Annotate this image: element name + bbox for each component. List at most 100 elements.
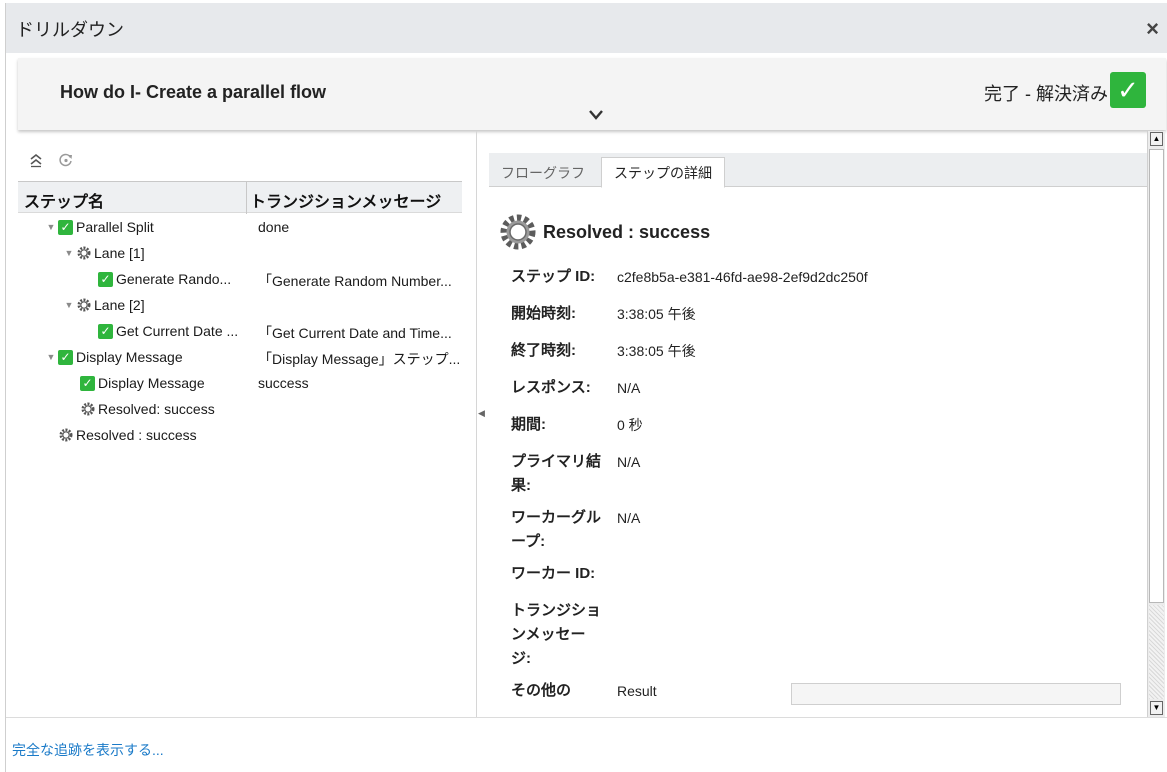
gear-icon bbox=[77, 246, 91, 260]
tab-flow-graph[interactable]: フローグラフ bbox=[489, 159, 597, 188]
gear-icon bbox=[81, 402, 95, 416]
transition-message: 「Generate Random Number... bbox=[258, 273, 452, 289]
refresh-icon[interactable] bbox=[58, 152, 74, 168]
property-other: その他の Result bbox=[511, 679, 1131, 709]
property-label: その他の bbox=[511, 682, 572, 699]
dialog-footer: 完全な追跡を表示する... bbox=[6, 717, 1167, 772]
expand-caret-icon[interactable]: ▼ bbox=[64, 300, 74, 310]
drilldown-dialog: ドリルダウン × How do I- Create a parallel flo… bbox=[5, 3, 1167, 772]
property-label: トランジションメッセージ: bbox=[511, 602, 602, 667]
close-icon[interactable]: × bbox=[1146, 18, 1159, 40]
table-row[interactable]: ▼ Lane [2] bbox=[18, 293, 462, 319]
property-duration: 期間: 0 秒 bbox=[511, 413, 1131, 450]
property-end-time: 終了時刻: 3:38:05 午後 bbox=[511, 339, 1131, 376]
step-name: Display Message bbox=[98, 375, 205, 391]
table-row[interactable]: ✓ Display Message success bbox=[18, 371, 462, 397]
scrollbar-track[interactable] bbox=[1149, 605, 1164, 699]
step-tree-pane: ステップ名 トランジションメッセージ ▼ ✓ Parallel Split do… bbox=[18, 143, 468, 713]
success-check-icon: ✓ bbox=[58, 219, 73, 235]
property-step-id: ステップ ID: c2fe8b5a-e381-46fd-ae98-2ef9d2d… bbox=[511, 265, 1131, 302]
step-name: Parallel Split bbox=[76, 219, 154, 235]
step-name: Resolved : success bbox=[76, 427, 197, 443]
scrollbar-thumb[interactable] bbox=[1149, 149, 1164, 603]
expand-caret-icon[interactable]: ▼ bbox=[64, 248, 74, 258]
success-check-icon: ✓ bbox=[98, 271, 113, 287]
dialog-title: ドリルダウン bbox=[16, 20, 124, 40]
run-status-text: 完了 - 解決済み bbox=[984, 84, 1108, 104]
table-row[interactable]: ▼ Lane [1] bbox=[18, 241, 462, 267]
property-value: 0 秒 bbox=[617, 417, 643, 433]
flow-title: How do I- Create a parallel flow bbox=[60, 82, 327, 102]
table-row[interactable]: ✓ Get Current Date ... 「Get Current Date… bbox=[18, 319, 462, 345]
collapse-pane-arrow-icon[interactable]: ◀ bbox=[478, 408, 485, 426]
column-header-step-name[interactable]: ステップ名 bbox=[24, 188, 104, 212]
property-label: ワーカー ID: bbox=[511, 565, 596, 582]
success-check-icon: ✓ bbox=[1110, 72, 1146, 108]
property-label: レスポンス: bbox=[511, 379, 591, 396]
success-check-icon: ✓ bbox=[98, 323, 113, 339]
show-full-trace-link[interactable]: 完全な追跡を表示する... bbox=[12, 740, 164, 760]
table-row[interactable]: ▼ ✓ Display Message 「Display Message」ステッ… bbox=[18, 345, 462, 371]
property-label: 終了時刻: bbox=[511, 342, 576, 359]
property-start-time: 開始時刻: 3:38:05 午後 bbox=[511, 302, 1131, 339]
table-row[interactable]: Resolved : success bbox=[18, 423, 462, 449]
property-value: 3:38:05 午後 bbox=[617, 343, 696, 359]
scroll-down-arrow-icon[interactable]: ▼ bbox=[1150, 701, 1163, 715]
step-name: Get Current Date ... bbox=[116, 323, 239, 339]
table-row[interactable]: ✓ Generate Rando... 「Generate Random Num… bbox=[18, 267, 462, 293]
details-tabbar: フローグラフ ステップの詳細 bbox=[489, 153, 1147, 188]
table-row[interactable]: Resolved: success bbox=[18, 397, 462, 423]
property-value: N/A bbox=[617, 454, 641, 470]
dialog-titlebar: ドリルダウン × bbox=[6, 3, 1167, 53]
property-label: 期間: bbox=[511, 416, 546, 433]
property-value: N/A bbox=[617, 510, 641, 526]
step-details-title: Resolved : success bbox=[543, 221, 711, 242]
step-name: Display Message bbox=[76, 349, 183, 365]
transition-message: 「Display Message」ステップ... bbox=[258, 351, 461, 367]
step-tree-toolbar bbox=[28, 151, 84, 171]
property-response: レスポンス: N/A bbox=[511, 376, 1131, 413]
expand-caret-icon[interactable]: ▼ bbox=[46, 222, 56, 232]
transition-message: success bbox=[258, 375, 309, 391]
step-name: Lane [1] bbox=[94, 245, 145, 261]
step-grid-header: ステップ名 トランジションメッセージ bbox=[18, 181, 462, 214]
step-grid-rows: ▼ ✓ Parallel Split done ▼ Lane [1] ✓ Gen… bbox=[18, 215, 462, 449]
gear-icon bbox=[77, 298, 91, 312]
property-worker-id: ワーカー ID: bbox=[511, 562, 1131, 599]
chevron-down-icon[interactable] bbox=[588, 108, 604, 122]
property-transition-message: トランジションメッセージ: bbox=[511, 599, 1131, 679]
property-value: N/A bbox=[617, 380, 641, 396]
flow-summary-header: How do I- Create a parallel flow 完了 - 解決… bbox=[18, 58, 1166, 130]
expand-caret-icon[interactable]: ▼ bbox=[46, 352, 56, 362]
property-label: プライマリ結果: bbox=[511, 453, 602, 494]
property-label: 開始時刻: bbox=[511, 305, 576, 322]
property-label: ワーカーグループ: bbox=[511, 509, 602, 550]
success-check-icon: ✓ bbox=[58, 349, 73, 365]
details-pane: フローグラフ ステップの詳細 Resolved : success ステップ I… bbox=[489, 143, 1147, 713]
table-row[interactable]: ▼ ✓ Parallel Split done bbox=[18, 215, 462, 241]
tab-step-details[interactable]: ステップの詳細 bbox=[601, 157, 725, 188]
step-name: Lane [2] bbox=[94, 297, 145, 313]
gear-icon bbox=[59, 428, 73, 442]
column-divider[interactable] bbox=[246, 182, 247, 214]
collapse-all-icon[interactable] bbox=[28, 152, 44, 168]
step-properties: ステップ ID: c2fe8b5a-e381-46fd-ae98-2ef9d2d… bbox=[511, 265, 1131, 709]
step-name: Generate Rando... bbox=[116, 271, 232, 287]
property-value: Result bbox=[617, 683, 657, 699]
transition-message: 「Get Current Date and Time... bbox=[258, 325, 452, 341]
success-check-icon: ✓ bbox=[80, 375, 95, 391]
scroll-up-arrow-icon[interactable]: ▲ bbox=[1150, 132, 1163, 146]
pane-splitter[interactable] bbox=[476, 131, 477, 719]
property-primary-result: プライマリ結果: N/A bbox=[511, 450, 1131, 506]
gear-icon bbox=[500, 214, 536, 250]
step-name: Resolved: success bbox=[98, 401, 215, 417]
property-label: ステップ ID: bbox=[511, 268, 596, 285]
property-value: c2fe8b5a-e381-46fd-ae98-2ef9d2dc250f bbox=[617, 269, 868, 285]
property-worker-group: ワーカーグループ: N/A bbox=[511, 506, 1131, 562]
step-details-heading: Resolved : success bbox=[499, 213, 710, 251]
details-scrollbar[interactable]: ▲ ▼ bbox=[1147, 131, 1165, 719]
result-value-field[interactable] bbox=[791, 683, 1121, 705]
column-header-transition-message[interactable]: トランジションメッセージ bbox=[250, 188, 441, 212]
property-value: 3:38:05 午後 bbox=[617, 306, 696, 322]
transition-message: done bbox=[258, 219, 290, 235]
